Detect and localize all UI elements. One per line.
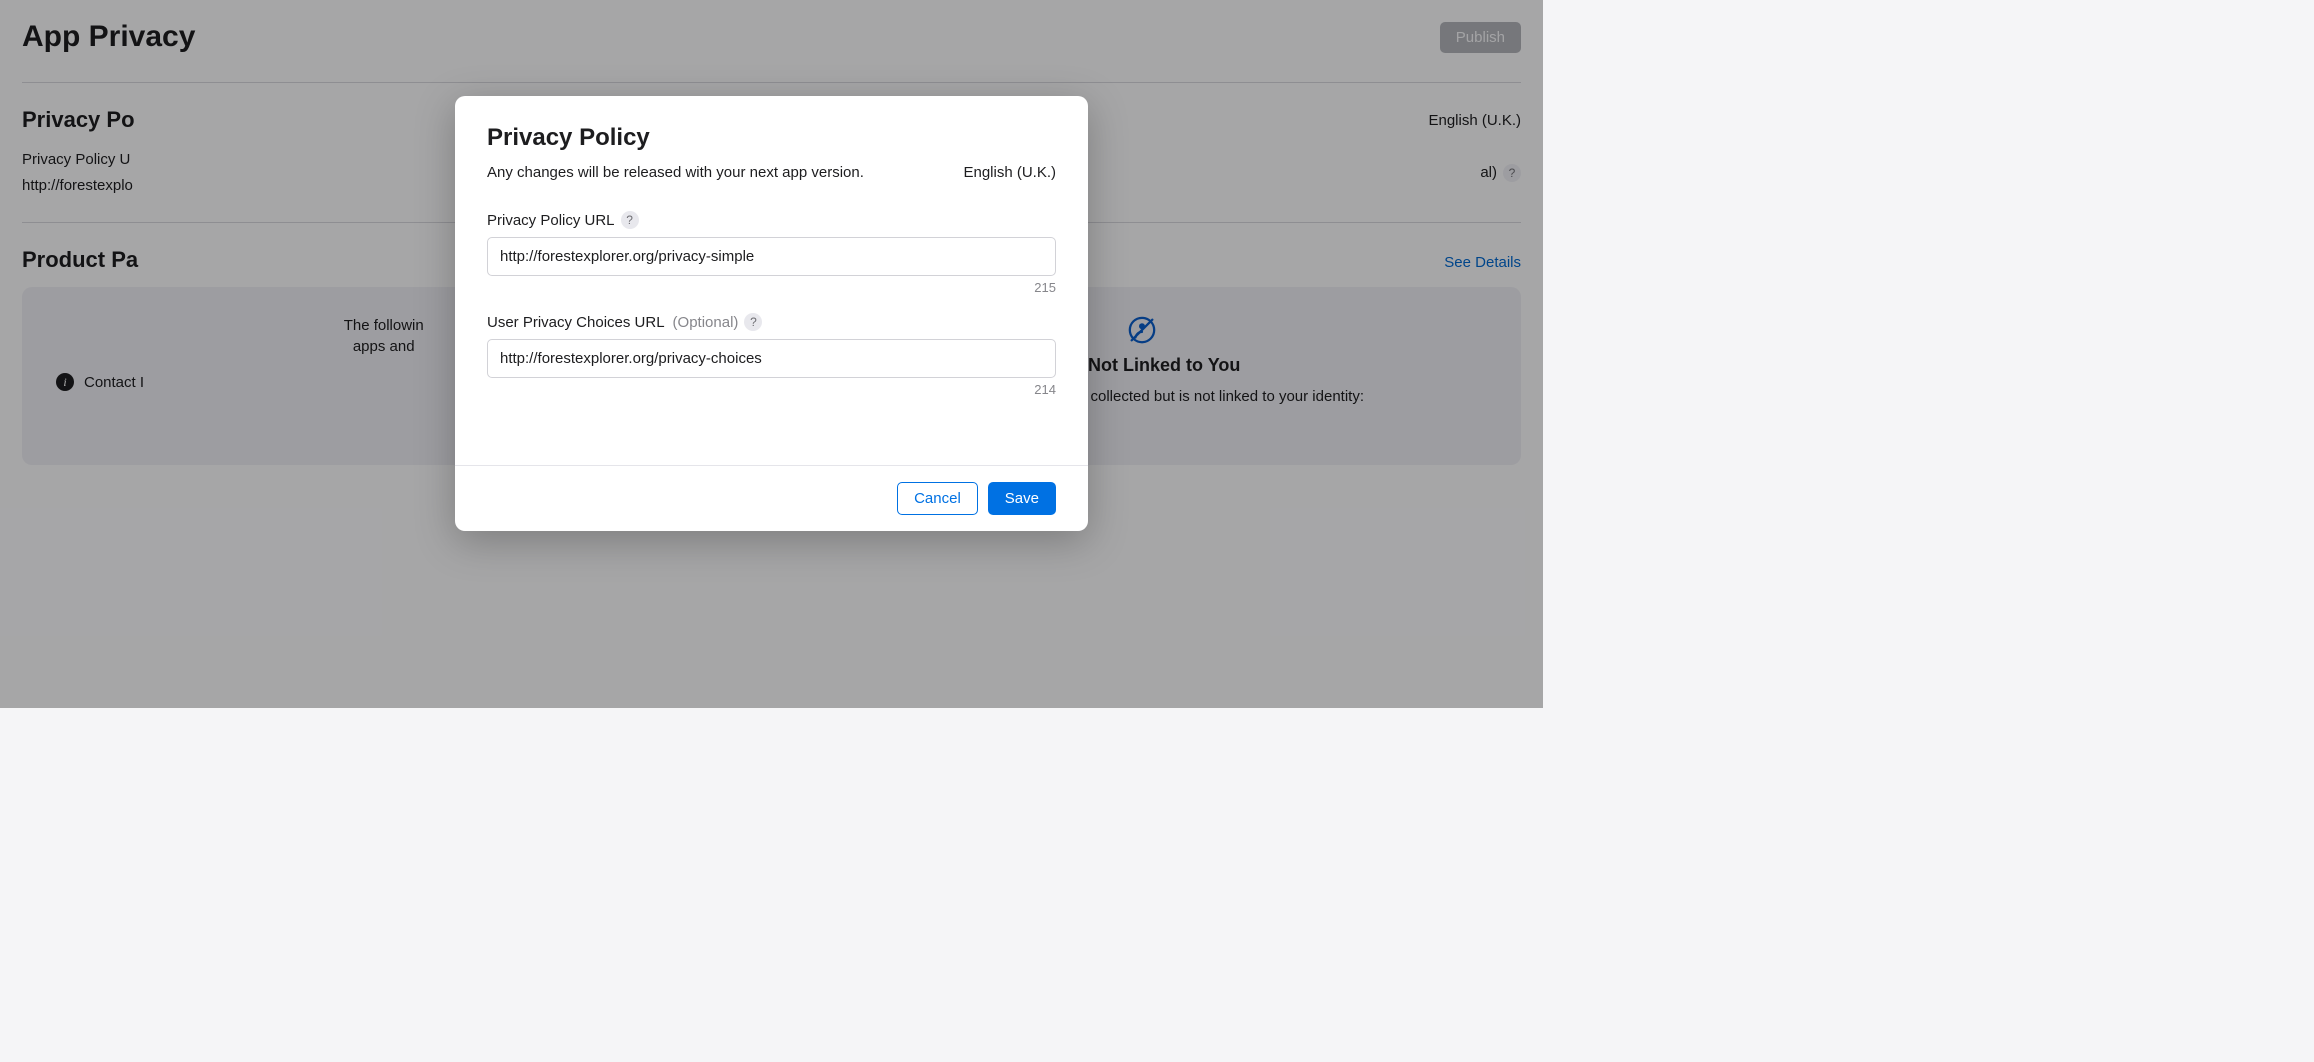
help-icon[interactable]: ? bbox=[744, 313, 762, 331]
modal-body: Privacy Policy Any changes will be relea… bbox=[455, 96, 1088, 425]
choices-url-label: User Privacy Choices URL bbox=[487, 314, 665, 331]
privacy-policy-modal: Privacy Policy Any changes will be relea… bbox=[455, 96, 1088, 531]
policy-url-label-row: Privacy Policy URL ? bbox=[487, 211, 1056, 229]
choices-url-label-row: User Privacy Choices URL (Optional) ? bbox=[487, 313, 1056, 331]
help-icon[interactable]: ? bbox=[621, 211, 639, 229]
choices-url-count: 214 bbox=[487, 382, 1056, 397]
modal-footer: Cancel Save bbox=[455, 465, 1088, 531]
cancel-button[interactable]: Cancel bbox=[897, 482, 978, 515]
choices-url-input[interactable] bbox=[487, 339, 1056, 378]
save-button[interactable]: Save bbox=[988, 482, 1056, 515]
modal-language: English (U.K.) bbox=[963, 164, 1056, 181]
modal-subtitle: Any changes will be released with your n… bbox=[487, 164, 864, 181]
choices-url-field: User Privacy Choices URL (Optional) ? 21… bbox=[487, 313, 1056, 397]
policy-url-input[interactable] bbox=[487, 237, 1056, 276]
optional-label: (Optional) bbox=[673, 314, 739, 331]
modal-overlay: Privacy Policy Any changes will be relea… bbox=[0, 0, 1543, 708]
modal-title: Privacy Policy bbox=[487, 124, 1056, 152]
modal-sub-row: Any changes will be released with your n… bbox=[487, 164, 1056, 181]
policy-url-field: Privacy Policy URL ? 215 bbox=[487, 211, 1056, 295]
policy-url-label: Privacy Policy URL bbox=[487, 212, 615, 229]
policy-url-count: 215 bbox=[487, 280, 1056, 295]
